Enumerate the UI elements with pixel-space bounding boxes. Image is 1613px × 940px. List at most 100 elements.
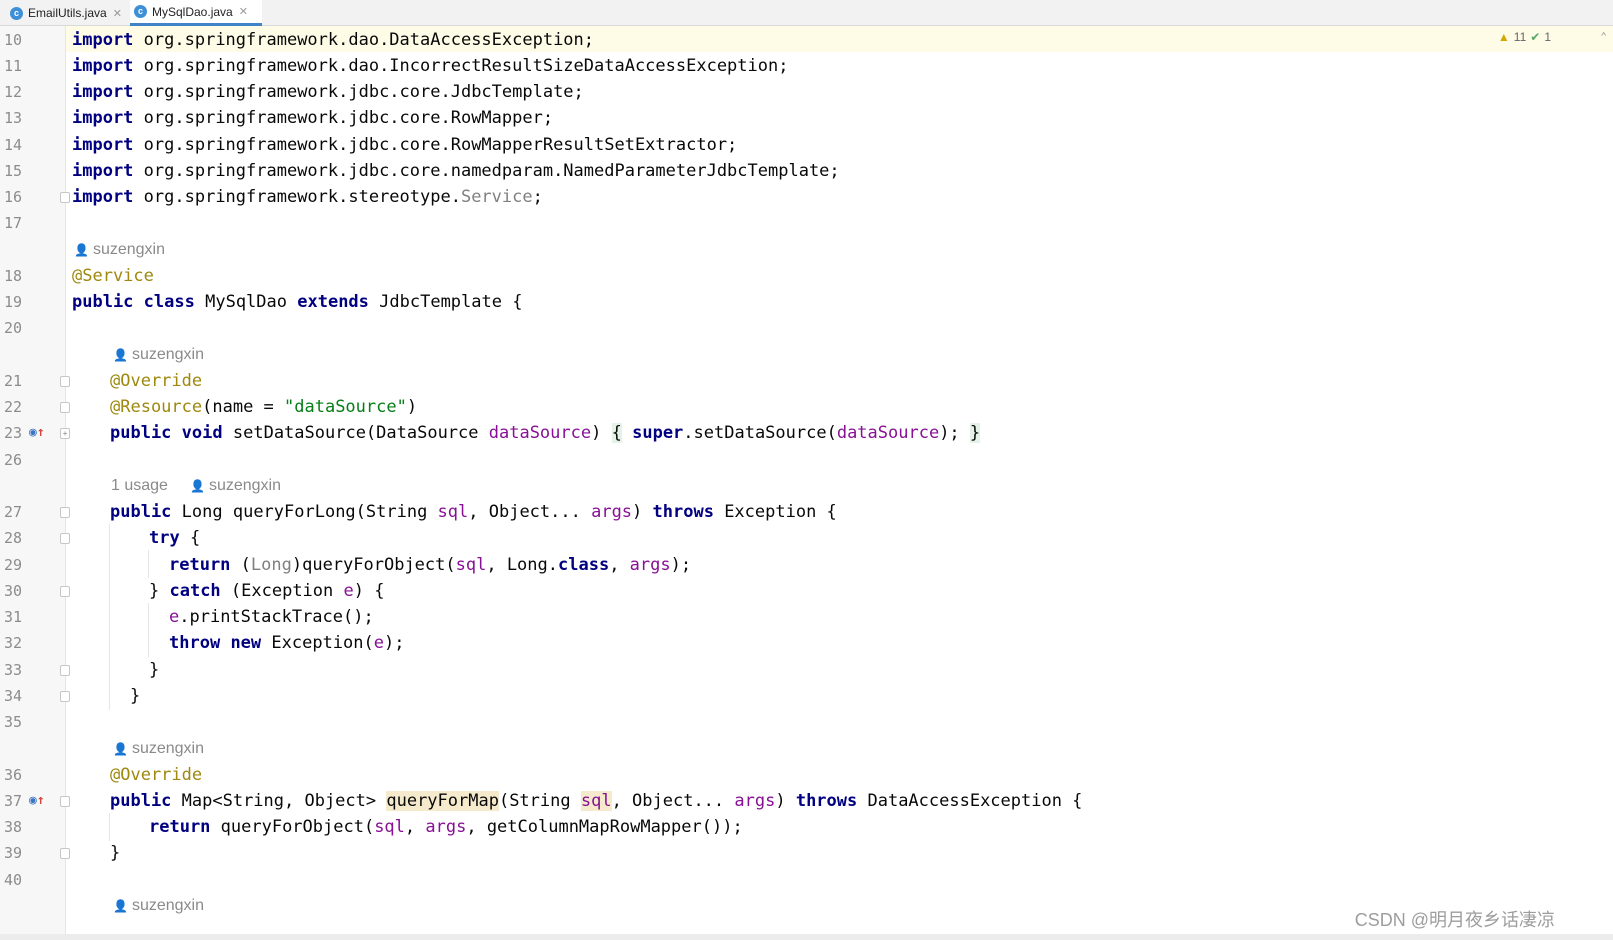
override-marker-icon[interactable]: ◉↑ [29,420,45,446]
code-line[interactable]: } catch (Exception e) { [149,578,384,604]
fold-icon[interactable] [60,376,70,387]
indent-guide [109,524,110,710]
annotation: @Service [72,266,154,286]
person-icon: 👤 [113,899,128,913]
fold-end-icon[interactable] [60,192,70,203]
chevron-up-icon[interactable]: ⌃ [1600,30,1607,43]
fold-expand-icon[interactable]: + [60,428,70,439]
code-line[interactable]: public Long queryForLong(String sql, Obj… [110,499,837,525]
line-number: 15 [4,162,23,180]
java-class-icon: c [10,6,23,20]
author-hint[interactable]: 👤 suzengxin [113,736,204,762]
tab-emailutils[interactable]: c EmailUtils.java ✕ [6,0,128,26]
code-line[interactable]: public void setDataSource(DataSource dat… [110,420,981,446]
usage-hint[interactable]: 1 usage [111,473,168,499]
editor-tab-bar: c EmailUtils.java ✕ c MySqlDao.java ✕ [0,0,1613,26]
fold-end-icon[interactable] [60,402,70,413]
line-number: 17 [4,214,23,232]
code-line[interactable]: import org.springframework.jdbc.core.Row… [72,132,737,158]
tab-label: MySqlDao.java [152,4,233,19]
line-number: 11 [4,57,23,75]
fold-icon[interactable] [60,507,70,518]
code-line[interactable]: throw new Exception(e); [169,630,404,656]
weak-warning-count: 1 [1544,30,1551,44]
code-line[interactable]: @Service [72,263,154,289]
code-line[interactable]: import org.springframework.jdbc.core.Jdb… [72,79,584,105]
code-line[interactable]: } [130,683,140,709]
line-number: 14 [4,136,23,154]
line-number: 39 [4,844,23,862]
import-path: org.springframework.jdbc.core.namedparam… [143,161,840,181]
fold-icon[interactable] [60,796,70,807]
fold-end-icon[interactable] [60,665,70,676]
author-hint[interactable]: 👤 suzengxin [113,342,204,368]
code-line[interactable]: import org.springframework.dao.Incorrect… [72,53,788,79]
fold-icon[interactable] [60,533,70,544]
code-line[interactable]: public class MySqlDao extends JdbcTempla… [72,289,522,315]
line-number: 21 [4,372,23,390]
highlighted-identifier: queryForMap [386,791,499,811]
import-path: org.springframework.jdbc.core.JdbcTempla… [143,82,584,102]
code-line[interactable]: @Override [110,762,202,788]
fold-end-icon[interactable] [60,586,70,597]
code-line[interactable]: try { [149,525,200,551]
keyword: import [72,135,134,155]
line-number: 30 [4,582,23,600]
code-line[interactable]: import org.springframework.jdbc.core.Row… [72,105,553,131]
line-number: 32 [4,634,23,652]
line-number: 22 [4,398,23,416]
import-path: org.springframework.dao.IncorrectResultS… [143,56,789,76]
code-line[interactable]: import org.springframework.jdbc.core.nam… [72,158,840,184]
code-line[interactable]: } [149,657,159,683]
close-icon[interactable]: ✕ [239,5,248,18]
line-number: 18 [4,267,23,285]
keyword: import [72,161,134,181]
line-number: 38 [4,818,23,836]
indent-guide [148,603,149,657]
import-path: org.springframework.jdbc.core.RowMapperR… [143,135,738,155]
fold-end-icon[interactable] [60,691,70,702]
person-icon: 👤 [74,243,89,257]
code-line[interactable]: @Override [110,368,202,394]
code-line[interactable]: @Resource(name = "dataSource") [110,394,417,420]
author-hint[interactable]: 👤 suzengxin [190,473,281,499]
author-hint[interactable]: 👤 suzengxin [113,893,204,919]
fold-end-icon[interactable] [60,848,70,859]
horizontal-scrollbar[interactable] [0,934,1613,940]
keyword: import [72,56,134,76]
author-hint[interactable]: 👤 suzengxin [74,237,165,263]
indent-guide [109,813,110,841]
line-number: 12 [4,83,23,101]
line-number: 29 [4,556,23,574]
string-literal: "dataSource" [284,397,407,417]
import-unused-class: Service [460,187,533,207]
keyword: import [72,30,134,50]
code-line[interactable]: public Map<String, Object> queryForMap(S… [110,788,1082,814]
line-number: 37 [4,792,23,810]
code-line[interactable]: } [110,840,120,866]
line-number: 20 [4,319,23,337]
line-number: 40 [4,871,23,889]
line-number: 34 [4,687,23,705]
code-line[interactable]: e.printStackTrace(); [169,604,374,630]
tab-label: EmailUtils.java [28,6,107,20]
code-line[interactable]: import org.springframework.dao.DataAcces… [72,27,594,53]
inspection-widget[interactable]: ▲ 11 ✔ 1 [1498,30,1551,44]
code-line[interactable]: import org.springframework.stereotype.Se… [72,184,543,210]
person-icon: 👤 [113,348,128,362]
code-line[interactable]: return (Long)queryForObject(sql, Long.cl… [169,552,691,578]
import-path: org.springframework.jdbc.core.RowMapper; [143,108,554,128]
line-number: 33 [4,661,23,679]
code-line[interactable]: return queryForObject(sql, args, getColu… [149,814,743,840]
close-icon[interactable]: ✕ [113,7,122,20]
line-number: 35 [4,713,23,731]
tab-mysqldao[interactable]: c MySqlDao.java ✕ [130,0,262,26]
person-icon: 👤 [113,742,128,756]
override-marker-icon[interactable]: ◉↑ [29,788,45,814]
line-number: 23 [4,424,23,442]
keyword: import [72,108,134,128]
watermark: CSDN @明月夜乡话凄凉 [1354,910,1555,930]
line-number: 36 [4,766,23,784]
line-number: 13 [4,109,23,127]
indent-guide [148,550,149,578]
